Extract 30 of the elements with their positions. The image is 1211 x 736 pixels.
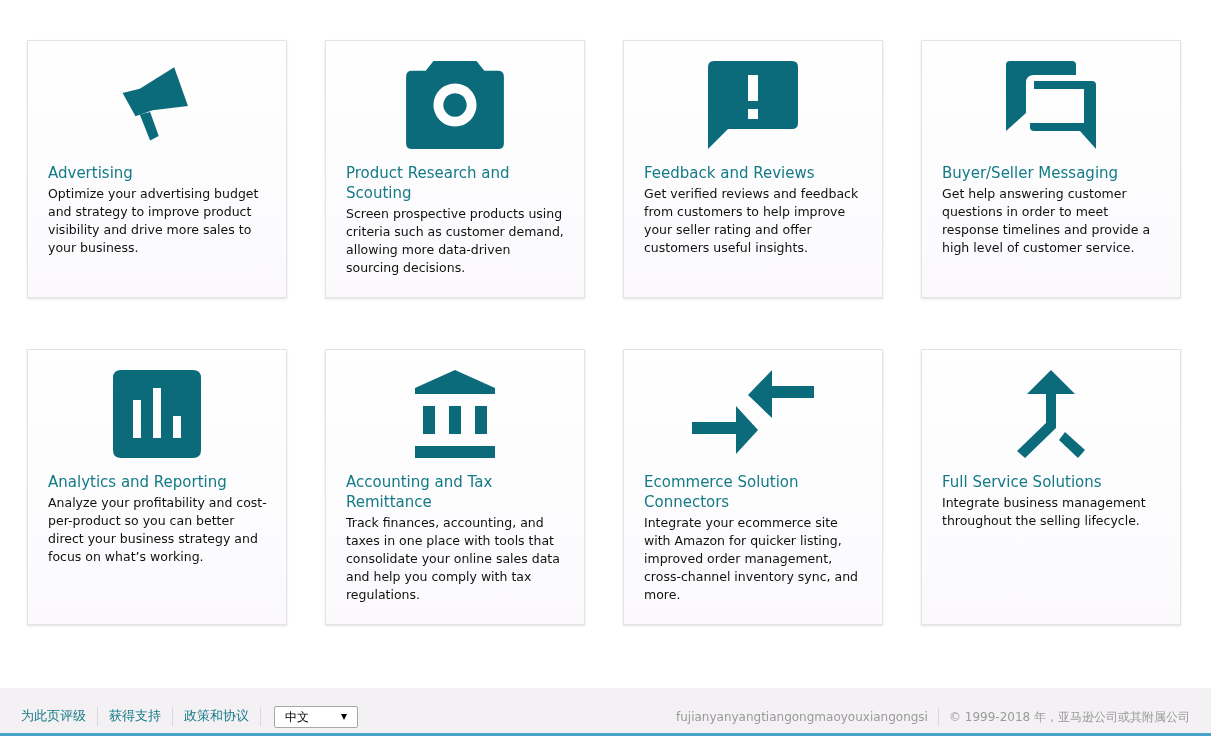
footer-link[interactable]: 为此页评级 bbox=[21, 707, 98, 726]
footer-link[interactable]: 获得支持 bbox=[98, 707, 173, 726]
card-description: Get verified reviews and feedback from customers to help improve your seller rating and offer customers useful insights. bbox=[644, 185, 860, 257]
card-title[interactable]: Buyer/Seller Messaging bbox=[942, 163, 1142, 183]
card-description: Track finances, accounting, and taxes in one place with tools that consolidate your online sales data and help you comply with tax regulations. bbox=[346, 514, 561, 604]
card-description: Get help answering customer questions in order to meet response timelines and provide a high level of customer service. bbox=[942, 185, 1152, 257]
bar-chart-icon bbox=[113, 370, 201, 458]
copyright-text: © 1999-2018 年，亚马逊公司或其附属公司 bbox=[947, 708, 1190, 726]
card-title[interactable]: Accounting and Tax Remittance bbox=[346, 472, 546, 512]
company-name: fujianyanyangtiangongmaoyouxiangongsi bbox=[675, 707, 939, 726]
card-title[interactable]: Analytics and Reporting bbox=[48, 472, 248, 492]
card-title[interactable]: Feedback and Reviews bbox=[644, 163, 844, 183]
chat-bubbles-icon bbox=[1006, 61, 1096, 149]
alert-bubble-icon bbox=[708, 61, 798, 149]
caret-icon bbox=[341, 713, 347, 720]
card-description: Analyze your profitability and cost-per-product so you can better direct your business strategy and focus on what’s working. bbox=[48, 494, 268, 566]
camera-icon bbox=[406, 61, 504, 149]
card-title[interactable]: Ecommerce Solution Connectors bbox=[644, 472, 844, 512]
card-description: Optimize your advertising budget and strategy to improve product visibility and drive more sales to your business. bbox=[48, 185, 260, 257]
card-description: Integrate your ecommerce site with Amazon for quicker listing, improved order management, cross-channel inventory sync, and more. bbox=[644, 514, 859, 604]
merge-icon bbox=[1017, 370, 1085, 458]
arrows-icon bbox=[692, 370, 814, 454]
card-title[interactable]: Advertising bbox=[48, 163, 248, 183]
bank-icon bbox=[415, 370, 495, 458]
language-select[interactable]: 中文 bbox=[274, 705, 358, 728]
footer-link[interactable]: 政策和协议 bbox=[173, 707, 261, 726]
card-title[interactable]: Product Research and Scouting bbox=[346, 163, 546, 203]
card-description: Integrate business management throughout the selling lifecycle. bbox=[942, 494, 1147, 530]
card-title[interactable]: Full Service Solutions bbox=[942, 472, 1142, 492]
card-description: Screen prospective products using criteria such as customer demand, allowing more data-driven sourcing decisions. bbox=[346, 205, 565, 277]
